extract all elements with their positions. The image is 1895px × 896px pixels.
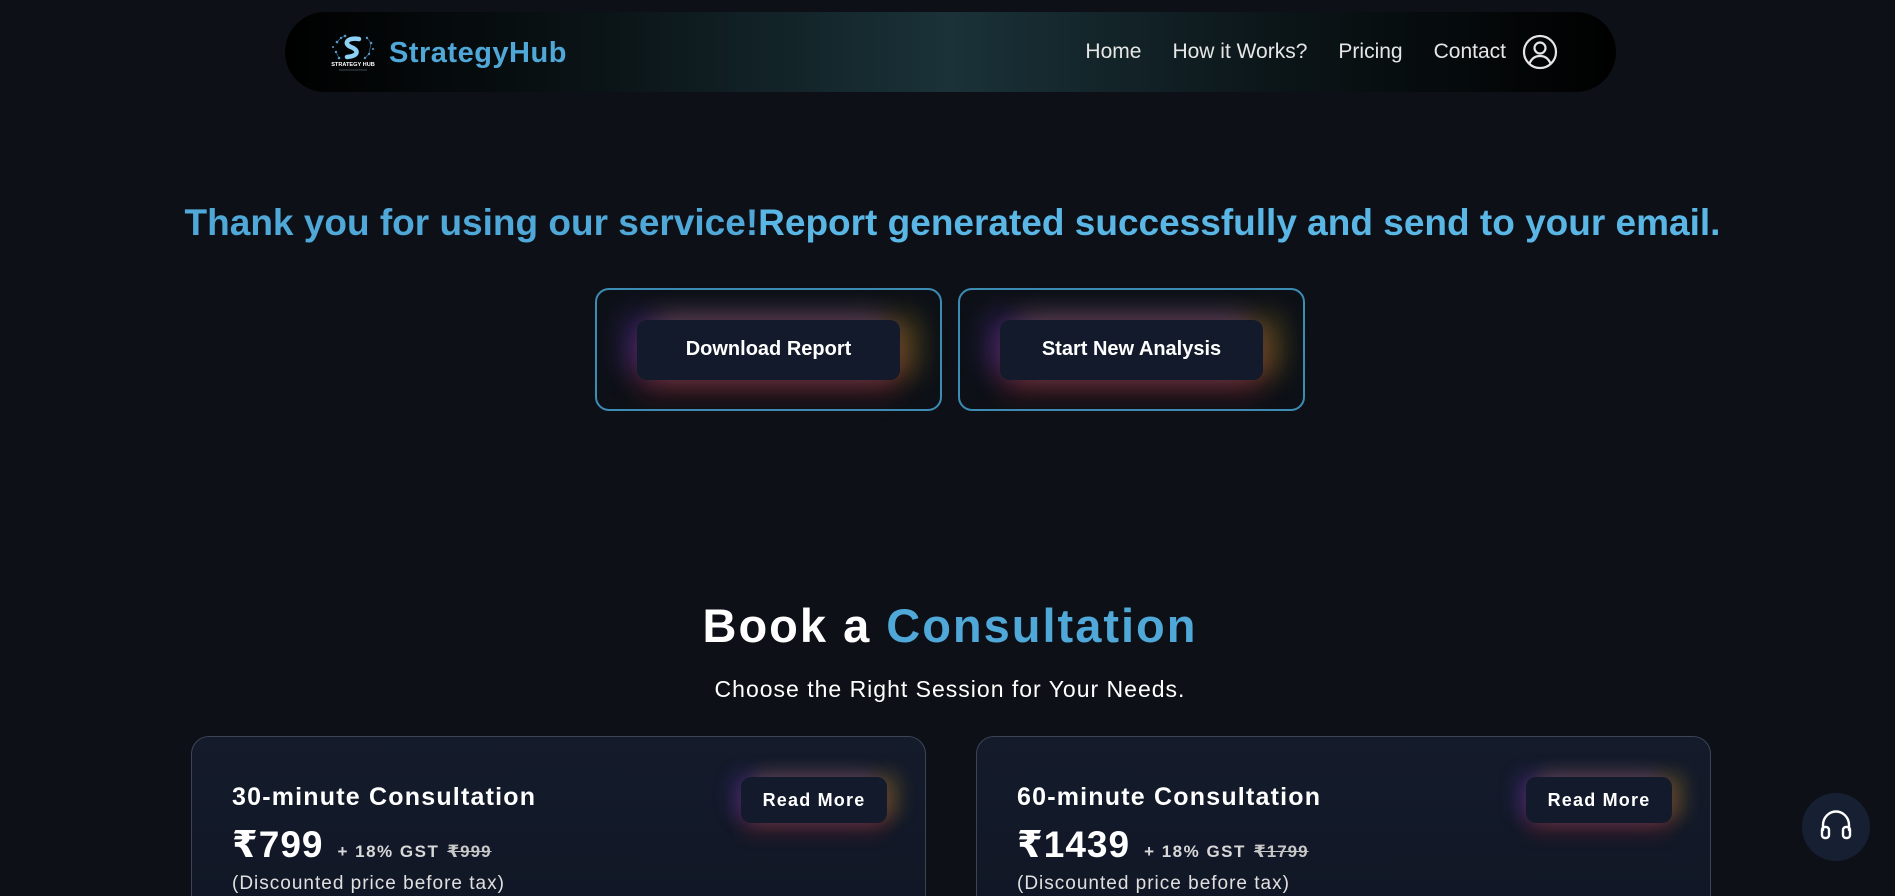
- price: ₹799: [232, 824, 324, 865]
- start-new-analysis-box: Start New Analysis: [958, 288, 1305, 411]
- price-row: ₹799 + 18% GST ₹999: [232, 823, 492, 866]
- download-report-button[interactable]: Download Report: [637, 319, 900, 380]
- support-button[interactable]: [1802, 793, 1870, 861]
- price-note: (Discounted price before tax): [232, 873, 505, 894]
- report-text: Report generated successfully and send t…: [758, 202, 1721, 243]
- card-title: 60-minute Consultation: [1017, 783, 1322, 811]
- consultation-card-30min: 30-minute Consultation ₹799 + 18% GST ₹9…: [191, 736, 926, 896]
- headset-icon: [1817, 806, 1855, 849]
- price: ₹1439: [1017, 824, 1131, 865]
- original-price: ₹1799: [1253, 842, 1309, 861]
- nav-links: Home How it Works? Pricing Contact: [1085, 12, 1506, 92]
- nav-link-how-it-works[interactable]: How it Works?: [1172, 40, 1307, 64]
- success-message: Thank you for using our service!Report g…: [0, 202, 1895, 244]
- start-new-analysis-button[interactable]: Start New Analysis: [1000, 319, 1263, 380]
- download-report-box: Download Report: [595, 288, 942, 411]
- nav-link-pricing[interactable]: Pricing: [1338, 40, 1402, 64]
- price-row: ₹1439 + 18% GST ₹1799: [1017, 823, 1309, 866]
- gst-label: + 18% GST: [337, 842, 440, 861]
- consultation-title: Book a Consultation: [0, 598, 1895, 653]
- consultation-title-prefix: Book a: [702, 599, 872, 652]
- thanks-text: Thank you for using our service!: [184, 202, 759, 243]
- consultation-subtitle: Choose the Right Session for Your Needs.: [714, 676, 1186, 702]
- consultation-title-accent: Consultation: [886, 599, 1198, 652]
- read-more-button[interactable]: Read More: [1526, 777, 1672, 823]
- navbar: STRATEGY HUB StrategyHub Home How it Wor…: [285, 12, 1616, 92]
- gst-label: + 18% GST: [1144, 842, 1246, 861]
- page: STRATEGY HUB StrategyHub Home How it Wor…: [0, 0, 1895, 896]
- user-circle-icon[interactable]: [1522, 34, 1558, 70]
- brand[interactable]: STRATEGY HUB StrategyHub: [329, 32, 567, 74]
- original-price: ₹999: [447, 842, 492, 861]
- nav-link-home[interactable]: Home: [1085, 40, 1141, 64]
- price-note: (Discounted price before tax): [1017, 873, 1290, 894]
- nav-link-contact[interactable]: Contact: [1434, 40, 1506, 64]
- logo-wordmark: STRATEGY HUB: [331, 62, 375, 68]
- brand-name[interactable]: StrategyHub: [389, 37, 567, 70]
- logo[interactable]: STRATEGY HUB: [329, 32, 377, 74]
- consultation-card-60min: 60-minute Consultation ₹1439 + 18% GST ₹…: [976, 736, 1711, 896]
- read-more-button[interactable]: Read More: [741, 777, 887, 823]
- card-title: 30-minute Consultation: [232, 783, 537, 811]
